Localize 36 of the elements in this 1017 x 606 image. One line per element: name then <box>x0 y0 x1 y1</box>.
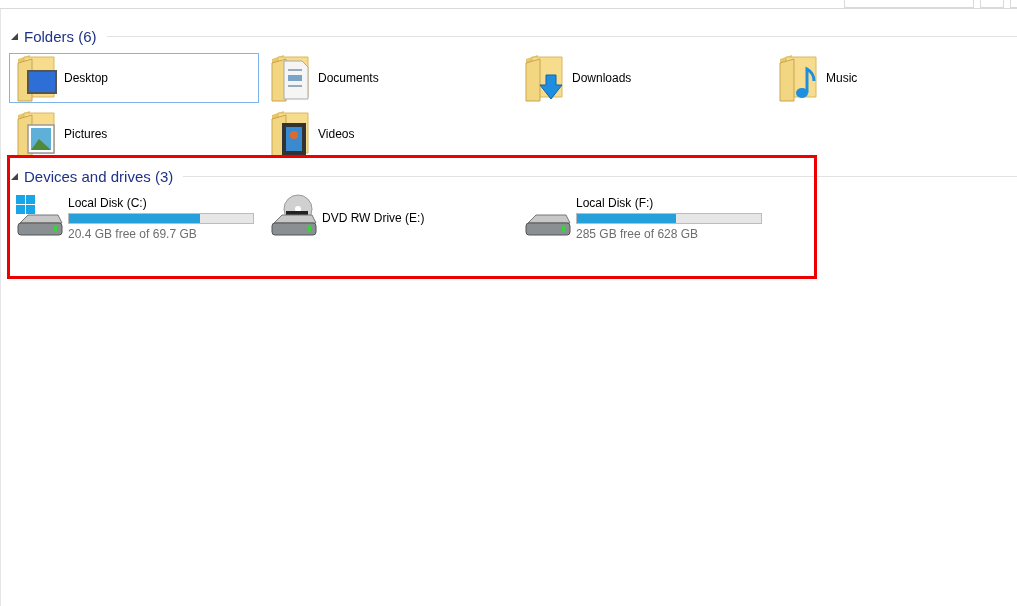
folder-name: Desktop <box>64 71 109 85</box>
drive-name: Local Disk (F:) <box>576 195 655 210</box>
documents-folder-icon <box>271 55 309 102</box>
section-heading: Folders (6) <box>24 27 97 45</box>
drive-name: DVD RW Drive (E:) <box>322 211 425 225</box>
folder-name: Pictures <box>64 127 108 141</box>
downloads-folder-icon <box>525 55 563 102</box>
dvd-drive-icon <box>271 194 317 236</box>
collapse-arrow-icon[interactable] <box>11 32 18 40</box>
free-space-text: 285 GB free of 628 GB <box>576 226 700 241</box>
folder-tile[interactable]: Downloads <box>517 53 767 103</box>
collapse-arrow-icon[interactable] <box>11 172 18 180</box>
folder-tile[interactable]: Pictures <box>9 109 259 159</box>
music-folder-icon <box>779 55 817 102</box>
system-drive-icon <box>16 195 63 236</box>
free-space-text: 20.4 GB free of 69.7 GB <box>68 226 198 241</box>
hard-drive-icon <box>525 214 571 236</box>
pictures-folder-icon <box>17 111 55 158</box>
folder-name: Downloads <box>572 71 632 85</box>
drive-name: Local Disk (C:) <box>68 195 148 210</box>
drive-tile[interactable]: Local Disk (C:) 20.4 GB free of 69.7 GB <box>9 193 259 243</box>
folder-tile[interactable]: Desktop <box>9 53 259 103</box>
folder-name: Music <box>826 71 858 85</box>
folder-tile[interactable]: Videos <box>263 109 513 159</box>
folder-tile[interactable]: Documents <box>263 53 513 103</box>
refresh-button[interactable] <box>980 0 1004 8</box>
folder-tile[interactable]: Music <box>771 53 1017 103</box>
address-field[interactable] <box>844 0 974 8</box>
desktop-folder-icon <box>17 55 57 102</box>
videos-folder-icon <box>271 111 309 158</box>
section-heading: Devices and drives (3) <box>24 167 174 185</box>
folder-name: Videos <box>318 127 355 141</box>
drive-tile[interactable]: DVD RW Drive (E:) <box>263 193 513 243</box>
search-field[interactable] <box>1010 0 1017 8</box>
drive-tile[interactable]: Local Disk (F:) 285 GB free of 628 GB <box>517 193 767 243</box>
folder-name: Documents <box>318 71 379 85</box>
